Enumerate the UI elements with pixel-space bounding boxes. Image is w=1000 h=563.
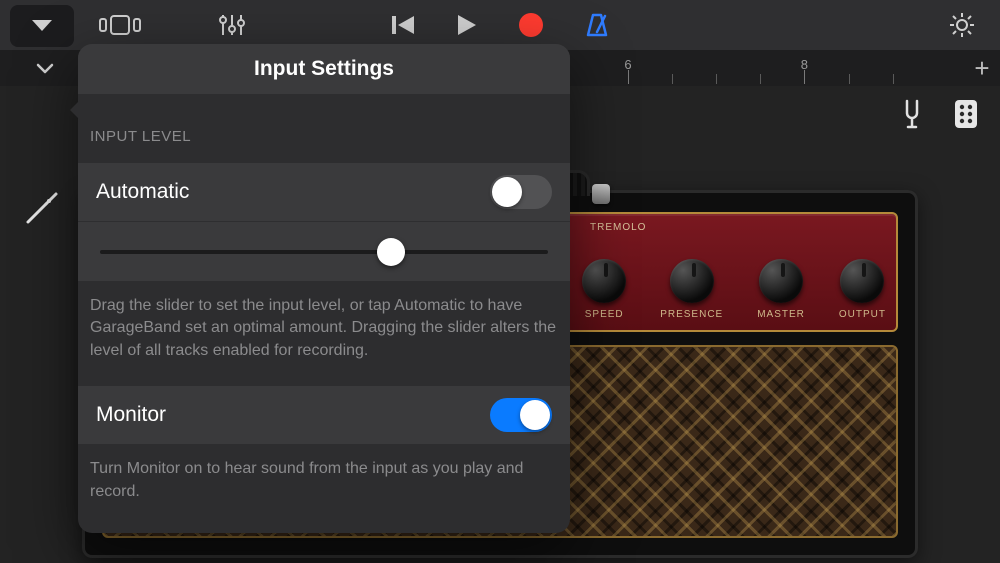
amp-knob-label: OUTPUT <box>839 309 886 320</box>
metronome-button[interactable] <box>584 0 610 50</box>
amp-knob-speed[interactable] <box>582 259 626 303</box>
my-songs-dropdown[interactable] <box>10 5 74 47</box>
amp-knob-master[interactable] <box>759 259 803 303</box>
automatic-label: Automatic <box>96 180 189 204</box>
popover-arrow <box>70 100 80 120</box>
input-level-help-text: Drag the slider to set the input level, … <box>78 281 570 386</box>
track-view-button[interactable] <box>94 0 146 50</box>
amp-section-label: TREMOLO <box>590 222 646 233</box>
amp-knob-label: MASTER <box>757 309 805 320</box>
monitor-help-text: Turn Monitor on to hear sound from the i… <box>78 444 570 533</box>
amp-handle-post <box>592 184 610 204</box>
monitor-toggle[interactable] <box>490 398 552 432</box>
ruler-label: 8 <box>801 57 808 72</box>
automatic-row: Automatic <box>78 163 570 221</box>
amp-knob-presence[interactable] <box>670 259 714 303</box>
mixer-button[interactable] <box>206 0 258 50</box>
input-level-slider-row <box>78 221 570 281</box>
amp-knob-label: PRESENCE <box>660 309 723 320</box>
input-level-section-label: INPUT LEVEL <box>78 94 570 163</box>
monitor-row: Monitor <box>78 386 570 444</box>
monitor-label: Monitor <box>96 403 166 427</box>
input-settings-popover: Input Settings INPUT LEVEL Automatic Dra… <box>78 44 570 533</box>
slider-thumb[interactable] <box>377 238 405 266</box>
amp-knob-label: SPEED <box>585 309 624 320</box>
popover-title: Input Settings <box>78 44 570 94</box>
play-button[interactable] <box>456 0 478 50</box>
add-section-button[interactable]: + <box>968 50 996 86</box>
tone-grid-button[interactable] <box>948 96 984 132</box>
amp-knob-output[interactable] <box>840 259 884 303</box>
top-toolbar <box>0 0 1000 50</box>
rewind-button[interactable] <box>390 0 416 50</box>
automatic-toggle[interactable] <box>490 175 552 209</box>
tuning-fork-button[interactable] <box>894 96 930 132</box>
ruler-label: 6 <box>624 57 631 72</box>
settings-button[interactable] <box>948 0 976 50</box>
input-level-slider[interactable] <box>100 250 548 254</box>
record-button[interactable] <box>518 0 544 50</box>
input-chevron[interactable] <box>0 50 90 86</box>
input-jack-icon[interactable] <box>18 184 66 232</box>
